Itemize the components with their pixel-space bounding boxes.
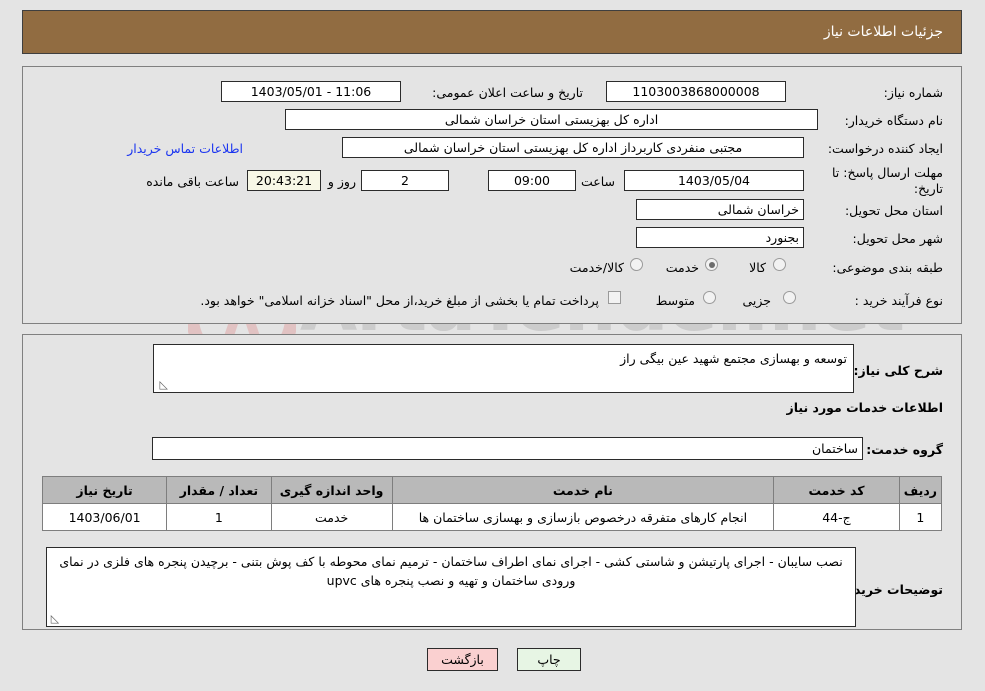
cell-qty: 1 [166, 503, 272, 531]
radio-category-kala-label: کالا [749, 260, 766, 275]
deadline-hour-label: ساعت [580, 174, 615, 189]
cell-code: ج-44 [773, 503, 900, 531]
radio-category-khedmat[interactable] [705, 258, 718, 271]
purchase-process-label: نوع فرآیند خرید : [854, 293, 943, 308]
col-unit: واحد اندازه گیری [270, 476, 393, 504]
table-header-row: ردیف کد خدمت نام خدمت واحد اندازه گیری ت… [41, 476, 943, 504]
remaining-days-label: روز و [327, 174, 356, 189]
col-name: نام خدمت [391, 476, 775, 504]
buyer-notes-value: نصب سایبان - اجرای پارتیشن و شاستی کشی -… [59, 554, 843, 588]
services-table: ردیف کد خدمت نام خدمت واحد اندازه گیری ت… [41, 476, 943, 531]
general-description-textarea[interactable]: توسعه و بهسازی مجتمع شهید عین بیگی راز ◺ [153, 344, 854, 393]
radio-category-kala-khedmat-label: کالا/خدمت [569, 260, 624, 275]
services-section-heading: اطلاعات خدمات مورد نیاز [786, 400, 944, 415]
page-header: جزئیات اطلاعات نیاز [22, 10, 962, 54]
deadline-time-value: 09:00 [488, 170, 576, 191]
response-deadline-label: مهلت ارسال پاسخ: تا تاریخ: [832, 165, 943, 196]
announcement-datetime-value: 11:06 - 1403/05/01 [221, 81, 401, 102]
cell-row: 1 [898, 503, 943, 531]
request-creator-value: مجتبی منفردی کاربرداز اداره کل بهزیستی ا… [342, 137, 804, 158]
announcement-datetime-label: تاریخ و ساعت اعلان عمومی: [432, 85, 583, 100]
checkbox-islamic-treasury[interactable] [608, 291, 621, 304]
col-qty: تعداد / مقدار [166, 476, 272, 504]
delivery-city-value: بجنورد [636, 227, 804, 248]
need-summary-panel: شماره نیاز: 1103003868000008 تاریخ و ساع… [22, 66, 962, 324]
radio-category-kala-khedmat[interactable] [630, 258, 643, 271]
delivery-province-label: استان محل تحویل: [844, 203, 943, 218]
cell-date: 1403/06/01 [41, 503, 168, 531]
col-code: کد خدمت [773, 476, 900, 504]
table-row: 1 ج-44 انجام کارهای متفرقه درخصوص بازساز… [41, 503, 943, 531]
general-description-label: شرح کلی نیاز: [853, 363, 943, 378]
page-title: جزئیات اطلاعات نیاز [823, 24, 943, 40]
col-date: تاریخ نیاز [41, 476, 168, 504]
delivery-province-value: خراسان شمالی [636, 199, 804, 220]
buyer-organization-value: اداره کل بهزیستی استان خراسان شمالی [285, 109, 818, 130]
service-group-label: گروه خدمت: [866, 442, 943, 457]
col-row: ردیف [898, 476, 943, 504]
deadline-date-value: 1403/05/04 [624, 170, 804, 191]
back-button[interactable]: بازگشت [427, 648, 498, 671]
radio-process-motevaset-label: متوسط [655, 293, 695, 308]
service-group-value: ساختمان [152, 437, 863, 460]
resize-grip-icon-notes[interactable]: ◺ [49, 613, 61, 625]
radio-category-kala[interactable] [773, 258, 786, 271]
cell-name: انجام کارهای متفرقه درخصوص بازسازی و بهس… [391, 503, 775, 531]
subject-category-label: طبقه بندی موضوعی: [832, 260, 943, 275]
request-creator-label: ایجاد کننده درخواست: [827, 141, 943, 156]
radio-process-motevaset[interactable] [703, 291, 716, 304]
delivery-city-label: شهر محل تحویل: [852, 231, 943, 246]
general-description-value: توسعه و بهسازی مجتمع شهید عین بیگی راز [620, 351, 847, 366]
remaining-days-value: 2 [361, 170, 449, 191]
radio-category-khedmat-label: خدمت [665, 260, 699, 275]
resize-grip-icon[interactable]: ◺ [156, 379, 168, 391]
countdown-timer-value: 20:43:21 [247, 170, 321, 191]
cell-unit: خدمت [270, 503, 393, 531]
buyer-organization-label: نام دستگاه خریدار: [844, 113, 943, 128]
print-button[interactable]: چاپ [517, 648, 581, 671]
radio-process-jozei[interactable] [783, 291, 796, 304]
countdown-timer-label: ساعت باقی مانده [146, 174, 239, 189]
islamic-treasury-note: پرداخت تمام یا بخشی از مبلغ خرید،از محل … [200, 293, 599, 308]
need-number-label: شماره نیاز: [883, 85, 943, 100]
buyer-contact-link[interactable]: اطلاعات تماس خریدار [127, 141, 243, 156]
radio-process-jozei-label: جزیی [742, 293, 771, 308]
page-root: جزئیات اطلاعات نیاز شماره نیاز: 11030038… [0, 0, 985, 691]
buyer-notes-textarea[interactable]: نصب سایبان - اجرای پارتیشن و شاستی کشی -… [46, 547, 856, 627]
need-number-value: 1103003868000008 [606, 81, 786, 102]
